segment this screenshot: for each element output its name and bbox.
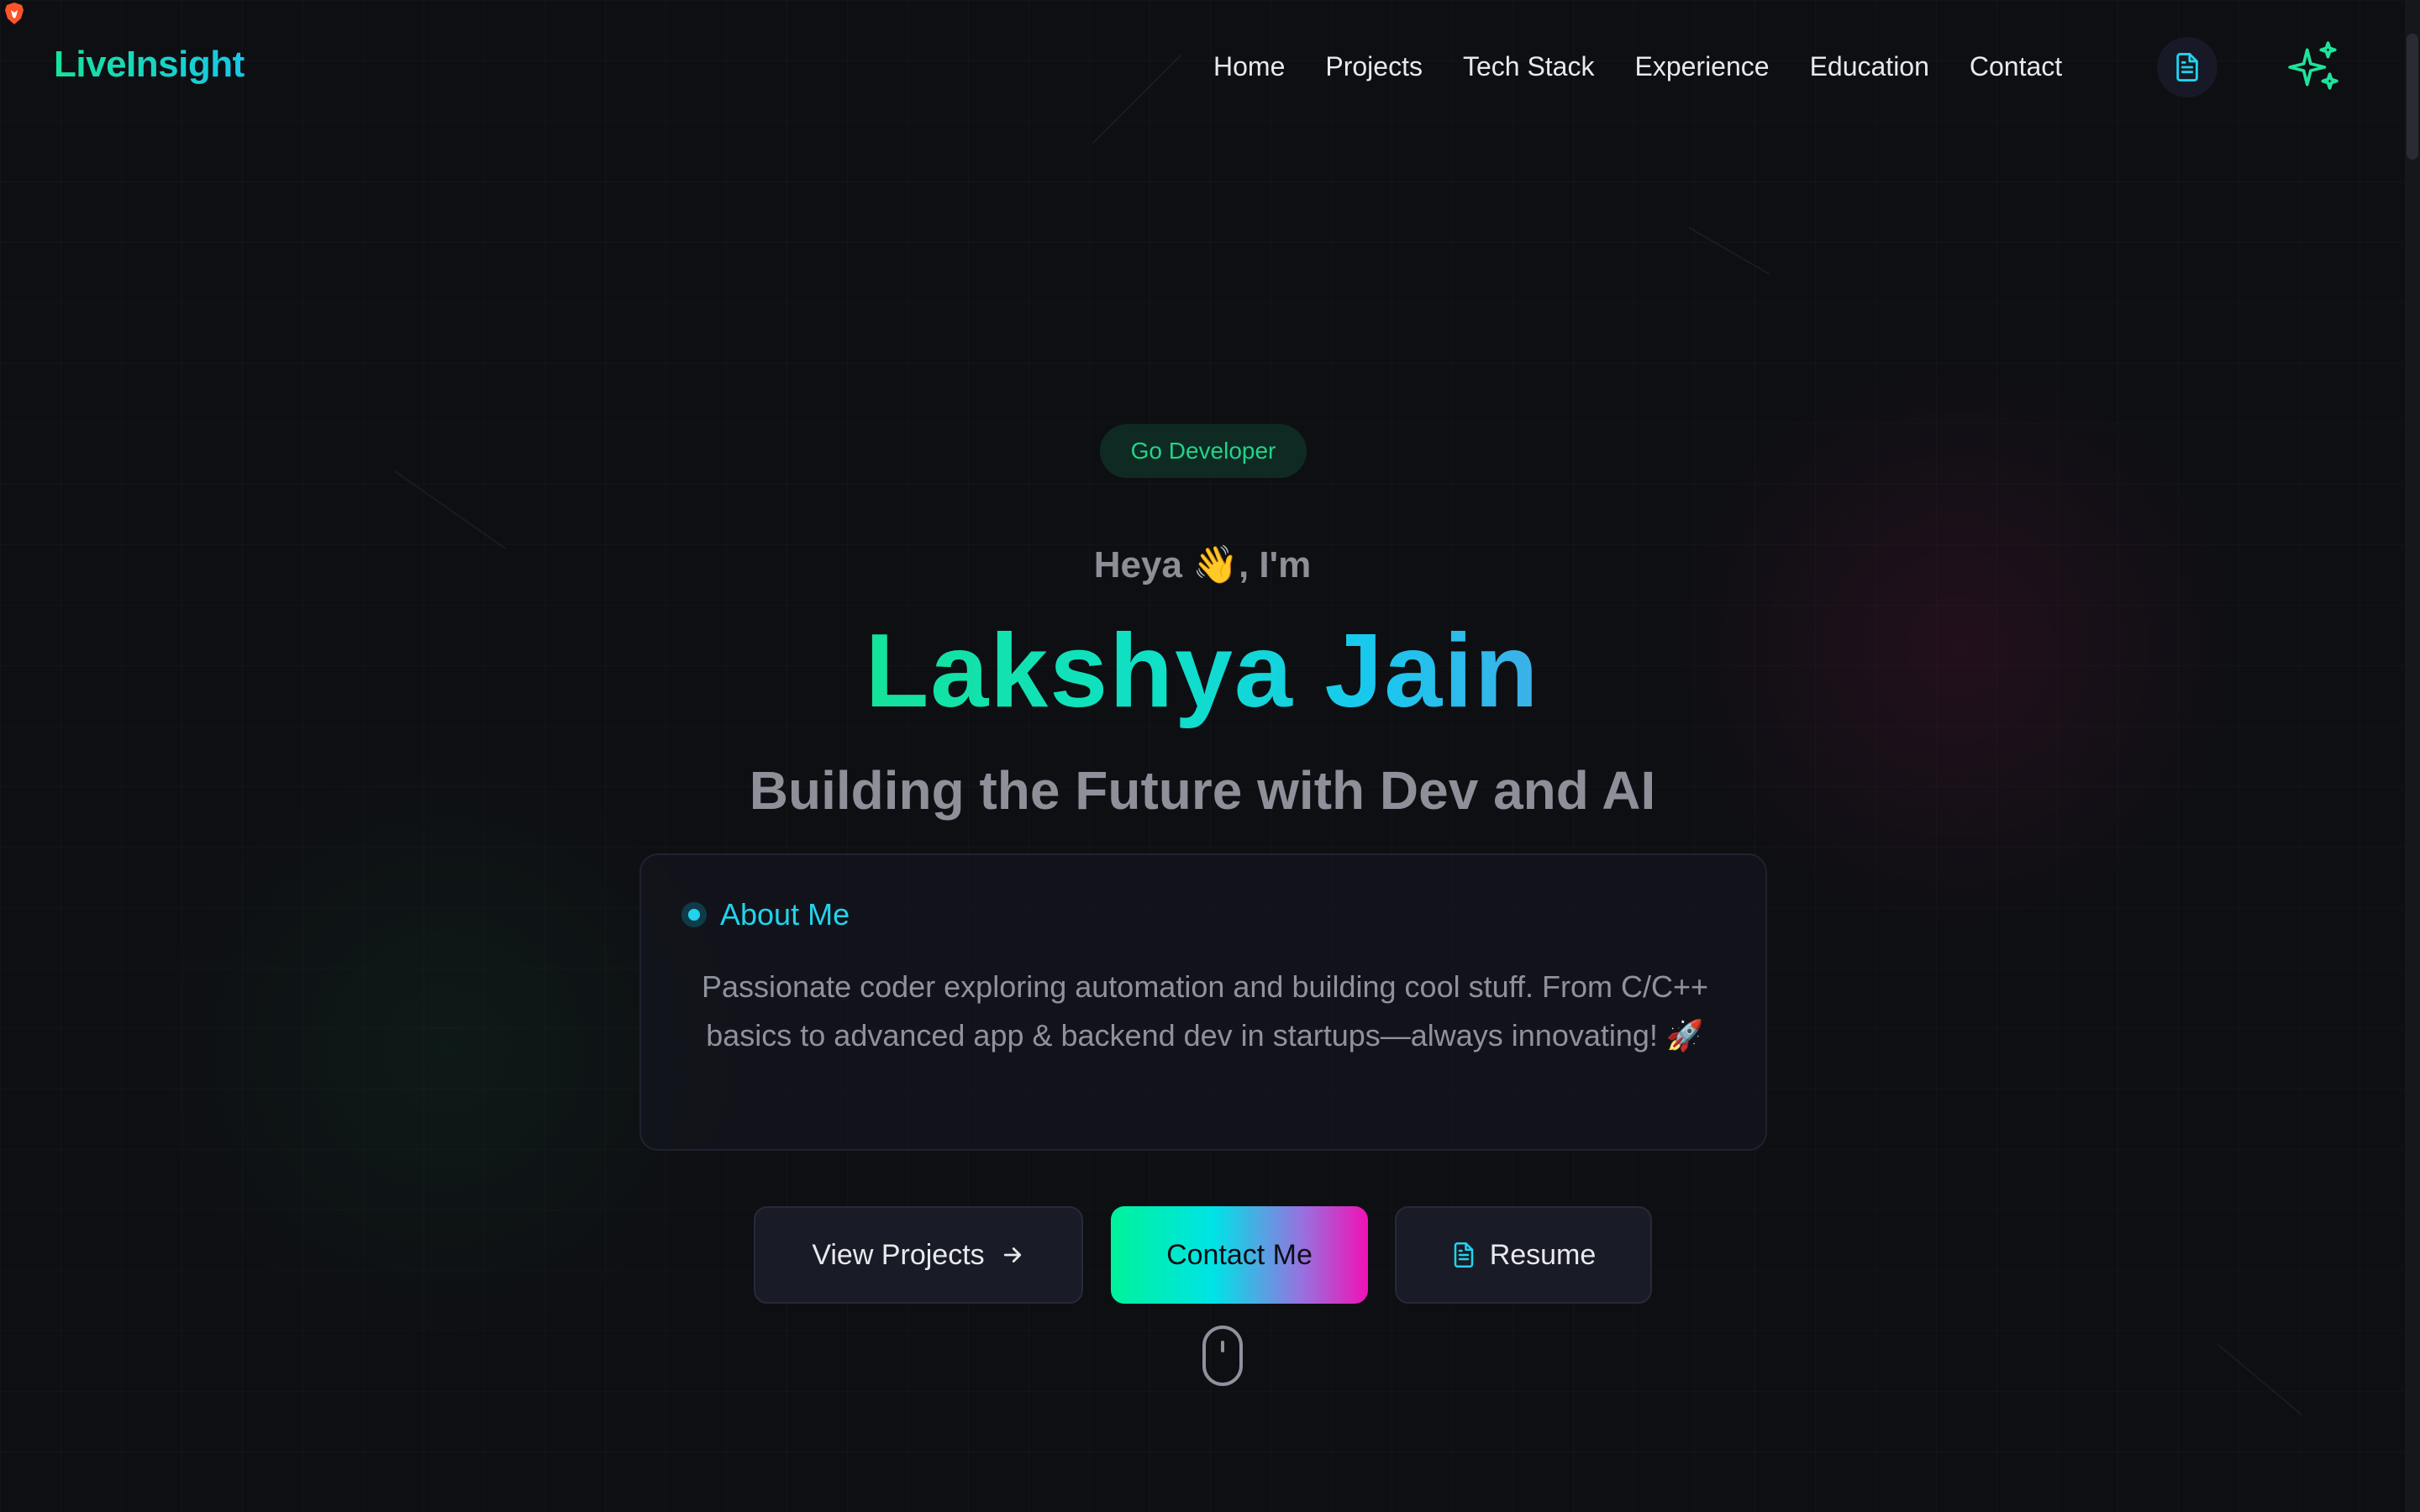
nav-item-contact[interactable]: Contact: [1970, 47, 2062, 86]
main-nav: Home Projects Tech Stack Experience Educ…: [1213, 47, 2102, 86]
decorative-line: [2217, 1344, 2303, 1416]
role-badge: Go Developer: [1100, 424, 1307, 478]
scroll-mouse-icon[interactable]: [1202, 1326, 1243, 1386]
status-dot-icon: [681, 902, 707, 927]
about-text: Passionate coder exploring automation an…: [701, 969, 1709, 1053]
theme-sparkle-button[interactable]: [2284, 37, 2344, 97]
about-card: About Me Passionate coder exploring auto…: [639, 853, 1767, 1151]
nav-item-projects[interactable]: Projects: [1325, 47, 1423, 86]
about-title: About Me: [720, 897, 850, 932]
about-header: About Me: [681, 897, 850, 932]
hero-greeting: Heya 👋, I'm: [1093, 544, 1312, 585]
hero-tagline: Building the Future with Dev and AI: [749, 760, 1656, 821]
file-text-icon: [1451, 1241, 1476, 1269]
nav-item-tech-stack[interactable]: Tech Stack: [1463, 47, 1595, 86]
view-projects-label: View Projects: [812, 1238, 985, 1271]
nav-item-experience[interactable]: Experience: [1634, 47, 1769, 86]
resume-label: Resume: [1489, 1238, 1597, 1271]
resume-icon-button[interactable]: [2157, 37, 2217, 97]
nav-item-home[interactable]: Home: [1213, 47, 1285, 86]
file-text-icon: [2176, 53, 2198, 82]
decorative-line: [394, 470, 506, 549]
scrollbar-thumb[interactable]: [2407, 34, 2418, 160]
hero-name: Lakshya Jain: [0, 608, 2405, 734]
site-header: LiveInsight Home Projects Tech Stack Exp…: [0, 0, 2405, 134]
contact-me-label: Contact Me: [1166, 1238, 1313, 1271]
decorative-line: [1688, 227, 1770, 275]
site-logo[interactable]: LiveInsight: [54, 44, 245, 86]
view-projects-button[interactable]: View Projects: [754, 1206, 1083, 1304]
sparkles-icon: [2288, 41, 2338, 90]
contact-me-button[interactable]: Contact Me: [1111, 1206, 1368, 1304]
resume-button[interactable]: Resume: [1395, 1206, 1652, 1304]
hero-name-text: Lakshya Jain: [865, 613, 1540, 729]
arrow-right-icon: [1000, 1242, 1025, 1268]
page-scrollbar[interactable]: [2405, 0, 2420, 1512]
nav-item-education[interactable]: Education: [1810, 47, 1929, 86]
